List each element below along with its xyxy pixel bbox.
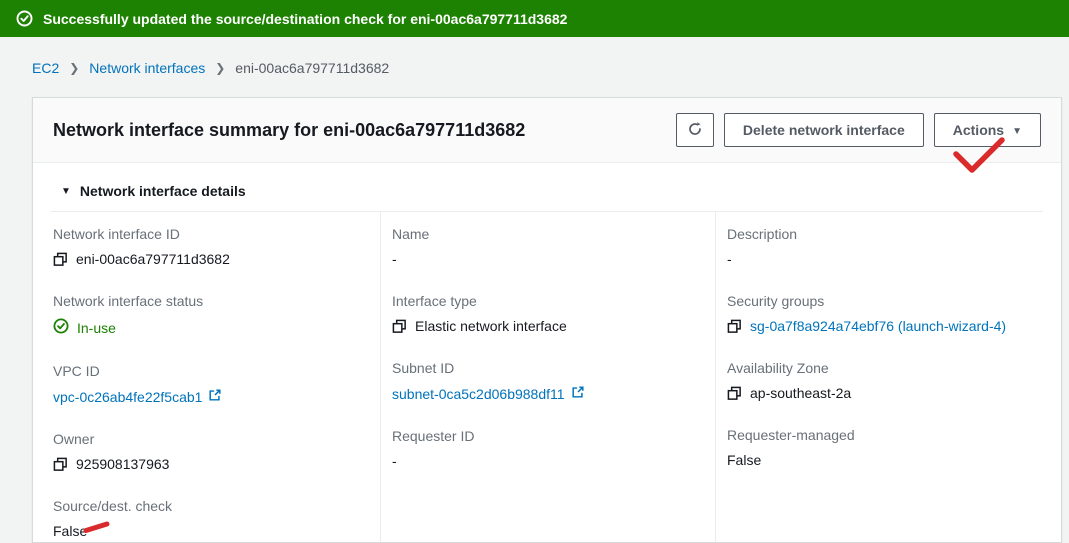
details-column-1: Network interface ID eni-00ac6a797711d36… (33, 226, 380, 543)
field-label: Requester ID (392, 428, 701, 444)
status-ok-icon (53, 318, 69, 337)
chevron-down-icon: ▼ (1012, 126, 1022, 137)
details-column-2: Name - Interface type Elastic network in… (380, 212, 715, 543)
field-label: Description (727, 226, 1047, 242)
field-label: Network interface ID (53, 226, 366, 242)
field-label: Interface type (392, 293, 701, 309)
field-label: Network interface status (53, 293, 366, 309)
field-label: Requester-managed (727, 427, 1047, 443)
field-name: Name - (392, 226, 701, 267)
network-interface-id-value: eni-00ac6a797711d3682 (76, 251, 230, 267)
copy-icon[interactable] (53, 252, 68, 267)
field-label: Name (392, 226, 701, 242)
success-check-circle-icon (16, 10, 33, 27)
external-link-icon (571, 385, 585, 402)
copy-icon[interactable] (392, 319, 407, 334)
requester-managed-value: False (727, 452, 761, 468)
field-label: Owner (53, 431, 366, 447)
field-availability-zone: Availability Zone ap-southeast-2a (727, 360, 1047, 401)
copy-icon[interactable] (727, 386, 742, 401)
details-grid: Network interface ID eni-00ac6a797711d36… (33, 212, 1061, 543)
breadcrumb-network-interfaces[interactable]: Network interfaces (89, 60, 205, 76)
field-label: Subnet ID (392, 360, 701, 376)
description-value: - (727, 251, 732, 267)
actions-button-label: Actions (953, 122, 1004, 138)
field-subnet-id: Subnet ID subnet-0ca5c2d06b988df11 (392, 360, 701, 402)
field-description: Description - (727, 226, 1047, 267)
page-title: Network interface summary for eni-00ac6a… (53, 120, 525, 141)
field-label: Security groups (727, 293, 1047, 309)
source-dest-check-value: False (53, 523, 87, 539)
availability-zone-value: ap-southeast-2a (750, 385, 851, 401)
field-network-interface-status: Network interface status In-use (53, 293, 366, 337)
status-badge: In-use (77, 320, 116, 336)
field-vpc-id: VPC ID vpc-0c26ab4fe22f5cab1 (53, 363, 366, 405)
flashbar-message: Successfully updated the source/destinat… (43, 11, 567, 27)
field-security-groups: Security groups sg-0a7f8a924a74ebf76 (la… (727, 293, 1047, 334)
breadcrumb: EC2 ❯ Network interfaces ❯ eni-00ac6a797… (32, 60, 1069, 76)
field-network-interface-id: Network interface ID eni-00ac6a797711d36… (53, 226, 366, 267)
triangle-down-icon: ▼ (61, 186, 71, 197)
field-interface-type: Interface type Elastic network interface (392, 293, 701, 334)
copy-icon[interactable] (727, 319, 742, 334)
requester-id-value: - (392, 453, 397, 469)
network-interface-summary-panel: Network interface summary for eni-00ac6a… (32, 97, 1062, 543)
field-owner: Owner 925908137963 (53, 431, 366, 472)
security-group-link[interactable]: sg-0a7f8a924a74ebf76 (launch-wizard-4) (750, 318, 1006, 334)
actions-button[interactable]: Actions ▼ (934, 113, 1041, 147)
refresh-icon (687, 121, 703, 140)
breadcrumb-separator-icon: ❯ (215, 61, 225, 75)
refresh-button[interactable] (676, 113, 714, 147)
breadcrumb-current-eni: eni-00ac6a797711d3682 (235, 60, 389, 76)
subnet-id-link[interactable]: subnet-0ca5c2d06b988df11 (392, 385, 585, 402)
field-label: Availability Zone (727, 360, 1047, 376)
field-source-dest-check: Source/dest. check False (53, 498, 366, 539)
delete-network-interface-button[interactable]: Delete network interface (724, 113, 924, 147)
details-column-3: Description - Security groups sg-0a7f8a9… (715, 212, 1061, 543)
header-actions: Delete network interface Actions ▼ (676, 113, 1041, 147)
field-requester-id: Requester ID - (392, 428, 701, 469)
section-title: Network interface details (80, 183, 246, 199)
network-interface-details-expander[interactable]: ▼ Network interface details (33, 163, 1061, 211)
copy-icon[interactable] (53, 457, 68, 472)
breadcrumb-separator-icon: ❯ (69, 61, 79, 75)
field-label: VPC ID (53, 363, 366, 379)
interface-type-value: Elastic network interface (415, 318, 567, 334)
external-link-icon (208, 388, 222, 405)
owner-value: 925908137963 (76, 456, 169, 472)
panel-header: Network interface summary for eni-00ac6a… (33, 98, 1061, 163)
vpc-id-link[interactable]: vpc-0c26ab4fe22f5cab1 (53, 388, 222, 405)
breadcrumb-ec2[interactable]: EC2 (32, 60, 59, 76)
field-label: Source/dest. check (53, 498, 366, 514)
name-value: - (392, 251, 397, 267)
field-requester-managed: Requester-managed False (727, 427, 1047, 468)
success-flashbar: Successfully updated the source/destinat… (0, 0, 1069, 37)
